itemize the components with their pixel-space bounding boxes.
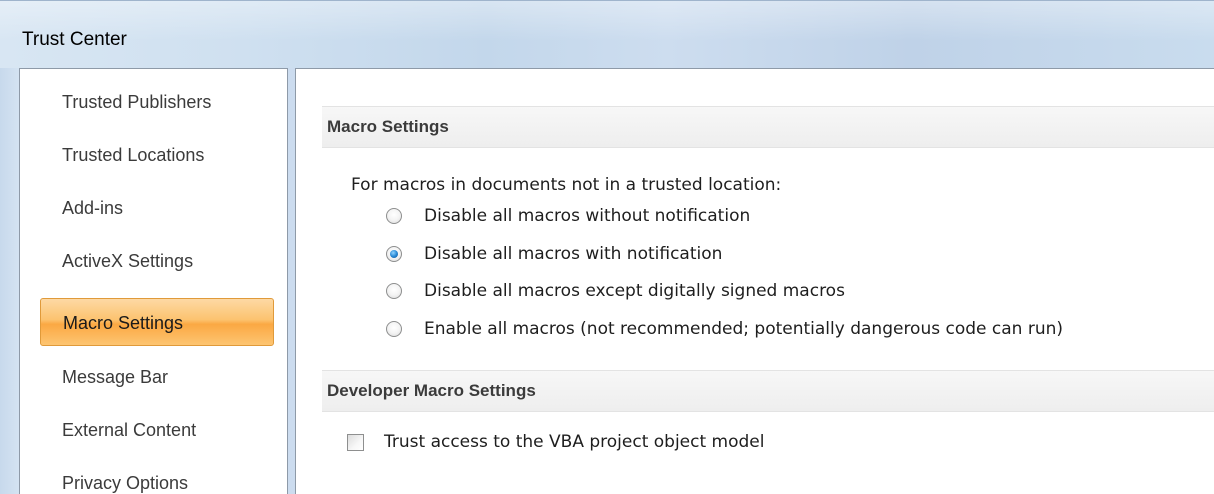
- radio-button[interactable]: [386, 283, 402, 299]
- sidebar-item-activex-settings[interactable]: ActiveX Settings: [40, 237, 274, 285]
- macro-settings-prompt: For macros in documents not in a trusted…: [351, 175, 782, 195]
- radio-label: Disable all macros except digitally sign…: [424, 281, 845, 301]
- sidebar-item-trusted-locations[interactable]: Trusted Locations: [40, 131, 274, 179]
- trust-vba-label: Trust access to the VBA project object m…: [384, 432, 765, 452]
- sidebar-item-message-bar[interactable]: Message Bar: [40, 353, 274, 401]
- sidebar-item-privacy-options[interactable]: Privacy Options: [40, 459, 274, 494]
- sidebar-item-trusted-publishers[interactable]: Trusted Publishers: [40, 78, 274, 126]
- trust-center-window: Trust Center Trusted Publishers Trusted …: [0, 0, 1214, 494]
- radio-button[interactable]: [386, 208, 402, 224]
- settings-content: Macro Settings For macros in documents n…: [295, 68, 1214, 494]
- sidebar-nav: Trusted Publishers Trusted Locations Add…: [19, 68, 288, 494]
- radio-label: Disable all macros with notification: [424, 244, 723, 264]
- title-bar[interactable]: Trust Center: [0, 0, 1214, 69]
- sidebar-item-external-content[interactable]: External Content: [40, 406, 274, 454]
- macro-settings-header: Macro Settings: [322, 106, 1214, 148]
- panel-divider: [288, 68, 295, 494]
- window-left-frame: [0, 68, 19, 494]
- developer-macro-settings-header: Developer Macro Settings: [322, 370, 1214, 412]
- sidebar-item-add-ins[interactable]: Add-ins: [40, 184, 274, 232]
- sidebar-item-macro-settings[interactable]: Macro Settings: [40, 298, 274, 346]
- radio-button[interactable]: [386, 321, 402, 337]
- trust-vba-checkbox[interactable]: [347, 434, 364, 451]
- radio-button-checked[interactable]: [386, 246, 402, 262]
- title-bar-shade: [0, 1, 1214, 41]
- radio-label: Enable all macros (not recommended; pote…: [424, 319, 1064, 339]
- radio-label: Disable all macros without notification: [424, 206, 751, 226]
- window-title: Trust Center: [22, 29, 127, 50]
